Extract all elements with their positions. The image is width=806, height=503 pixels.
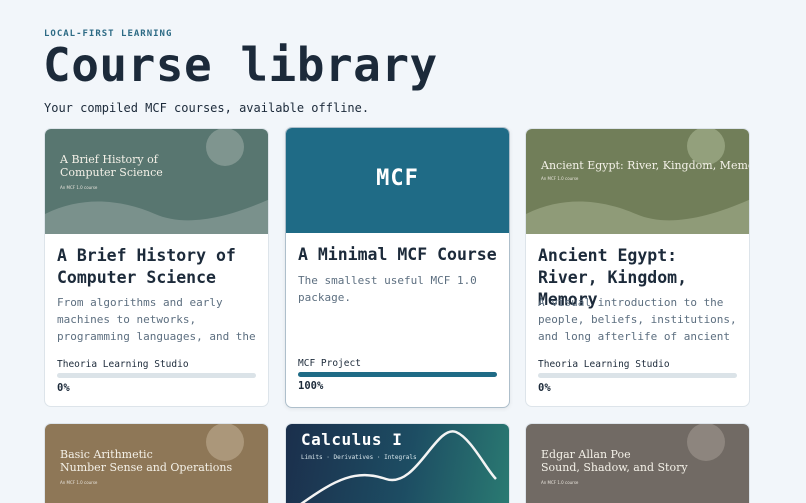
progress-bar — [298, 372, 497, 377]
course-author: Theoria Learning Studio — [538, 359, 670, 370]
cover-note: An MCF 1.0 course — [60, 185, 98, 190]
course-author: MCF Project — [298, 358, 361, 369]
progress-bar — [57, 373, 256, 378]
course-title: A Brief History of Computer Science — [57, 246, 236, 287]
course-description: A visual introduction to the people, bel… — [538, 296, 737, 343]
mcf-logo: MCF — [376, 166, 419, 191]
cover-note: An MCF 1.0 course — [60, 480, 98, 485]
course-cover: A Brief History of Computer Science An M… — [45, 129, 268, 234]
course-description: The smallest useful MCF 1.0 package. — [298, 274, 477, 304]
cover-subtitle: Limits · Derivatives · Integrals — [301, 454, 417, 461]
cover-title-line2: Number Sense and Operations — [60, 461, 233, 474]
course-description: From algorithms and early machines to ne… — [57, 296, 256, 343]
cover-title-line1: Ancient Egypt: River, Kingdom, Memory — [541, 159, 749, 172]
course-card-ancient-egypt[interactable]: Ancient Egypt: River, Kingdom, Memory An… — [525, 128, 750, 407]
cover-title-line2: Computer Science — [60, 166, 163, 179]
course-cover: Ancient Egypt: River, Kingdom, Memory An… — [526, 129, 749, 234]
cover-title-line2: Sound, Shadow, and Story — [541, 461, 688, 474]
cover-title-line1: Basic Arithmetic — [60, 448, 153, 461]
course-card-brief-history[interactable]: A Brief History of Computer Science An M… — [44, 128, 269, 407]
page-title: Course library — [43, 38, 438, 92]
cover-title-line1: A Brief History of — [60, 153, 158, 166]
cover-title-line1: Calculus I — [301, 430, 403, 449]
cover-note: An MCF 1.0 course — [541, 480, 579, 485]
course-card-calculus[interactable]: Calculus I Limits · Derivatives · Integr… — [285, 423, 510, 503]
course-cover: MCF — [286, 128, 509, 233]
progress-bar — [538, 373, 737, 378]
progress-percent: 100% — [298, 380, 324, 392]
progress-percent: 0% — [57, 382, 70, 394]
course-card-basic-arithmetic[interactable]: Basic Arithmetic Number Sense and Operat… — [44, 423, 269, 503]
course-card-minimal-mcf[interactable]: MCF A Minimal MCF Course The smallest us… — [285, 127, 510, 408]
progress-percent: 0% — [538, 382, 551, 394]
page-subtitle: Your compiled MCF courses, available off… — [44, 101, 370, 115]
progress-fill — [298, 372, 497, 377]
cover-note: An MCF 1.0 course — [541, 176, 579, 181]
course-title: A Minimal MCF Course — [298, 245, 497, 264]
course-author: Theoria Learning Studio — [57, 359, 189, 370]
cover-title-line1: Edgar Allan Poe — [541, 448, 631, 461]
course-card-edgar-allan-poe[interactable]: Edgar Allan Poe Sound, Shadow, and Story… — [525, 423, 750, 503]
